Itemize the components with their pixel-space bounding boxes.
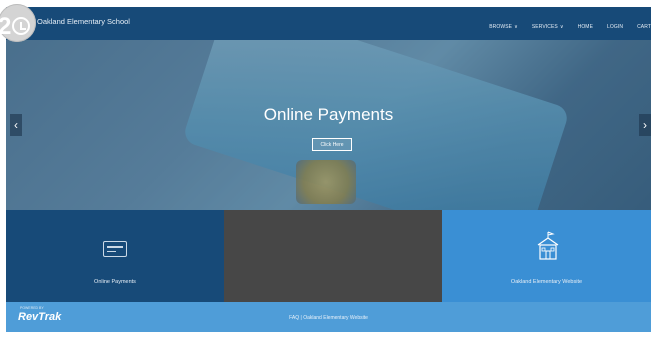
browser-viewport: Oakland Elementary School BROWSE ∨ SERVIC…	[6, 7, 651, 332]
tile-online-payments[interactable]: Online Payments	[6, 210, 224, 302]
step-number: 2	[0, 13, 12, 40]
nav-browse[interactable]: BROWSE ∨	[489, 22, 518, 32]
nav-home[interactable]: HOME	[578, 22, 593, 32]
hero-carousel: Online Payments Click Here ‹ ›	[6, 40, 651, 210]
main-nav: BROWSE ∨ SERVICES ∨ HOME LOGIN CART	[489, 22, 651, 32]
check-circle-icon	[12, 17, 30, 35]
chevron-left-icon[interactable]: ‹	[10, 114, 22, 136]
nav-cart[interactable]: CART	[637, 22, 651, 32]
site-title[interactable]: Oakland Elementary School	[37, 17, 130, 26]
footer-link-school-website[interactable]: Oakland Elementary Website	[303, 315, 368, 321]
footer-separator: |	[300, 315, 302, 321]
tile-school-website[interactable]: Oakland Elementary Website	[442, 210, 651, 302]
nav-login[interactable]: LOGIN	[607, 22, 623, 32]
chevron-down-icon: ∨	[514, 24, 518, 30]
school-icon	[537, 231, 559, 260]
hero-overlay	[6, 40, 651, 210]
site-footer: POWERED BY RevTrak FAQ | Oakland Element…	[6, 302, 651, 332]
tile-label: Oakland Elementary Website	[510, 279, 583, 285]
site-header: Oakland Elementary School BROWSE ∨ SERVIC…	[6, 7, 651, 40]
nav-services[interactable]: SERVICES ∨	[532, 22, 564, 32]
footer-link-faq[interactable]: FAQ	[289, 315, 299, 321]
hero-click-here-button[interactable]: Click Here	[312, 138, 352, 151]
powered-by-text: POWERED BY	[20, 306, 44, 310]
tile-label: Online Payments	[94, 279, 136, 285]
footer-links: FAQ | Oakland Elementary Website	[6, 315, 651, 321]
chevron-right-icon[interactable]: ›	[639, 114, 651, 136]
credit-card-icon	[103, 241, 127, 257]
chevron-down-icon: ∨	[559, 24, 564, 30]
service-tiles: Online Payments Oakland Elementary Websi…	[6, 210, 651, 302]
tile-empty	[224, 210, 442, 302]
hero-title: Online Payments	[263, 105, 394, 124]
